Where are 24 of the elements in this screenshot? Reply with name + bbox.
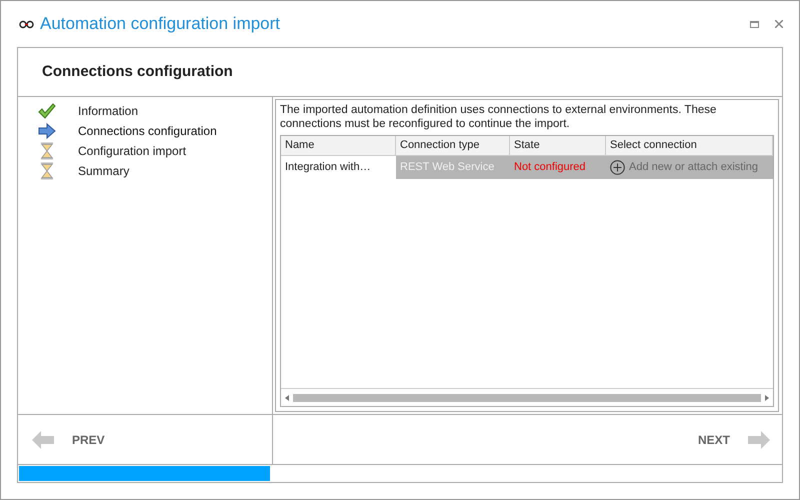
close-icon[interactable]: [775, 20, 783, 28]
arrow-left-icon: [32, 430, 54, 448]
scroll-right-icon[interactable]: [765, 394, 769, 400]
prev-button[interactable]: PREV: [32, 430, 105, 448]
column-header[interactable]: Select connection: [606, 136, 773, 155]
table-cell-text: Integration with…: [284, 160, 372, 176]
next-button[interactable]: NEXT: [698, 430, 770, 448]
window-title: Automation configuration import: [40, 13, 280, 36]
page-heading: Connections configuration: [42, 62, 233, 82]
step-label: Information: [78, 103, 138, 120]
maximize-icon[interactable]: [750, 20, 759, 28]
step-label: Configuration import: [78, 143, 186, 160]
step-label: Summary: [78, 163, 130, 180]
scroll-left-icon[interactable]: [285, 394, 289, 400]
description-text: The imported automation definition uses connections to external environments. These connections must be reconfigured to continue the import.: [280, 103, 718, 131]
link-icon: [19, 20, 34, 28]
column-header[interactable]: Name: [281, 136, 396, 155]
arrow-right-icon: [748, 430, 770, 448]
add-circle-icon[interactable]: [610, 160, 625, 175]
step-label: Connections configuration: [78, 123, 217, 140]
column-header[interactable]: Connection type: [396, 136, 510, 155]
column-header[interactable]: State: [510, 136, 606, 155]
table-cell: REST Web Service: [396, 156, 510, 179]
table-cell: Not configured: [510, 156, 606, 179]
